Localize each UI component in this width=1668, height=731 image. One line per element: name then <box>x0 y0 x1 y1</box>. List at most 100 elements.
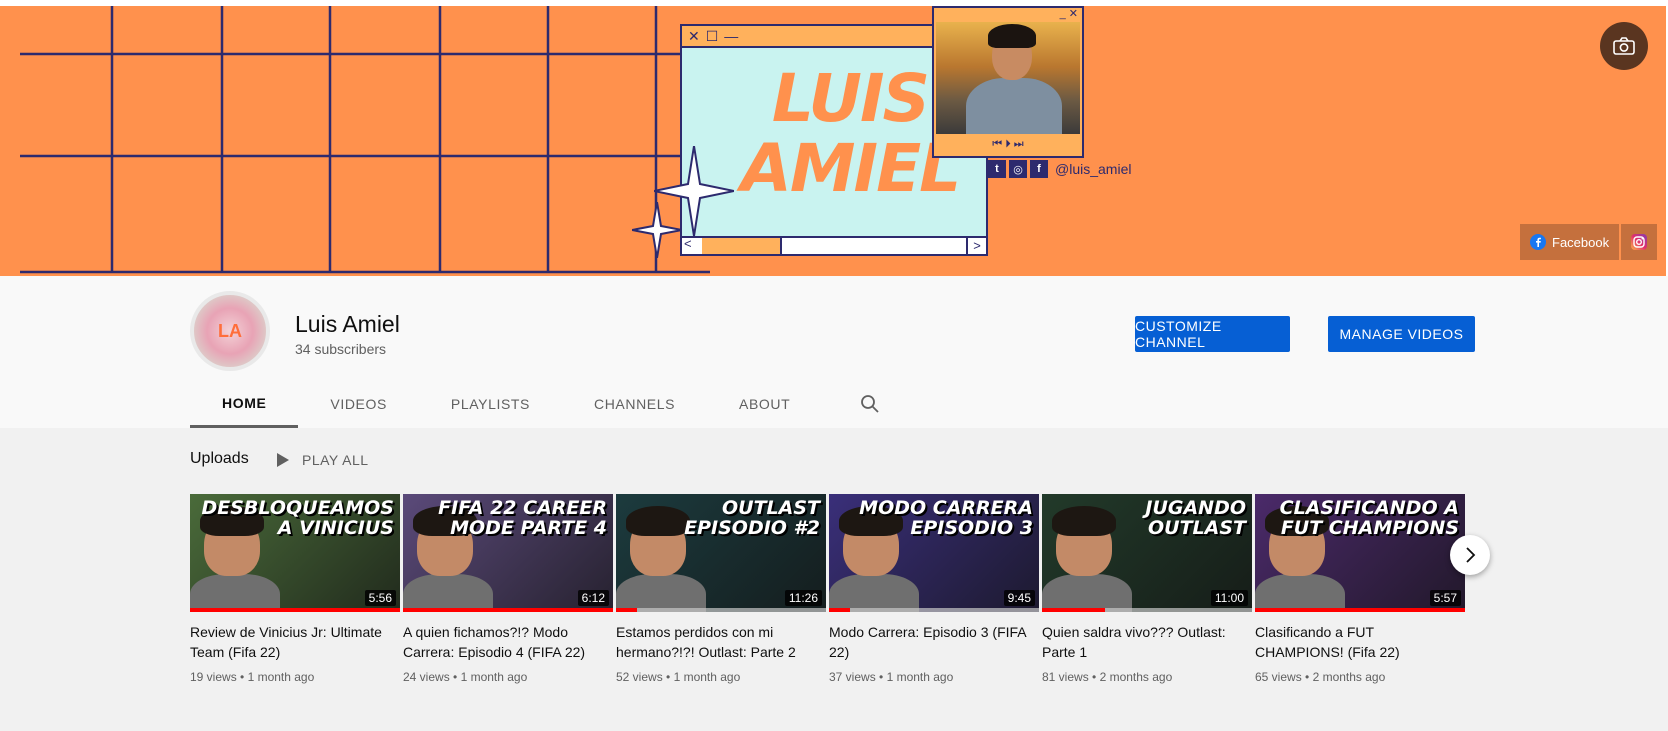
banner-photo-window: _ ✕ ⏮ ⏵ ⏭ <box>932 6 1084 158</box>
separator-dot: • <box>1301 670 1313 684</box>
banner-title: LUIS AMIEL <box>740 60 961 207</box>
tab-playlists[interactable]: PLAYLISTS <box>419 380 562 428</box>
manage-videos-button[interactable]: MANAGE VIDEOS <box>1328 316 1475 352</box>
video-age: 1 month ago <box>886 670 954 684</box>
facebook-icon: f <box>1030 160 1048 178</box>
camera-icon <box>1613 37 1635 55</box>
video-title[interactable]: Clasificando a FUT CHAMPIONS! (Fifa 22) <box>1255 622 1465 662</box>
banner-handle: @luis_amiel <box>1055 161 1132 177</box>
banner-links: Facebook <box>1520 224 1658 260</box>
video-title[interactable]: Review de Vinicius Jr: Ultimate Team (Fi… <box>190 622 400 662</box>
channel-name: Luis Amiel <box>295 311 400 337</box>
avatar-initials: LA <box>218 320 242 341</box>
uploads-shelf: Uploads PLAY ALL DESBLOQUEAMOS A VINICIU… <box>0 428 1668 731</box>
video-views: 65 views <box>1255 670 1302 684</box>
thumbnail-text: JUGANDO OUTLAST <box>1145 497 1246 539</box>
chevron-left-icon: < <box>684 236 692 251</box>
media-controls: ⏮ ⏵ ⏭ <box>992 138 1024 150</box>
video-age: 1 month ago <box>673 670 741 684</box>
channel-avatar[interactable]: LA <box>190 291 270 371</box>
banner-scroll-thumb <box>702 238 782 254</box>
channel-search-button[interactable] <box>846 380 894 428</box>
video-meta: 19 views • 1 month ago <box>190 670 400 684</box>
thumbnail-text: MODO CARRERA EPISODIO 3 <box>859 497 1033 539</box>
video-duration: 5:56 <box>364 590 396 606</box>
banner-social-row: t ◎ f @luis_amiel <box>988 160 1131 178</box>
video-thumbnail[interactable]: DESBLOQUEAMOS A VINICIUS 5:56 <box>190 494 400 612</box>
video-age: 2 months ago <box>1312 670 1386 684</box>
play-all-button[interactable]: PLAY ALL <box>276 446 369 474</box>
separator-dot: • <box>1088 670 1100 684</box>
facebook-link[interactable]: Facebook <box>1520 224 1620 260</box>
watch-progress-bar <box>1255 608 1465 612</box>
facebook-icon <box>1530 234 1546 250</box>
video-meta: 37 views • 1 month ago <box>829 670 1039 684</box>
watch-progress-bar <box>616 608 637 612</box>
minimize-icon: — <box>724 28 739 44</box>
tab-about[interactable]: ABOUT <box>707 380 822 428</box>
video-views: 19 views <box>190 670 237 684</box>
photo-window-controls: _ ✕ <box>1059 8 1078 20</box>
video-views: 37 views <box>829 670 876 684</box>
video-meta: 24 views • 1 month ago <box>403 670 613 684</box>
video-card[interactable]: JUGANDO OUTLAST 11:00 Quien saldra vivo???… <box>1042 494 1252 684</box>
watch-progress-bar <box>190 608 400 612</box>
watch-progress-track <box>616 608 826 612</box>
separator-dot: • <box>449 670 461 684</box>
video-duration: 9:45 <box>1003 590 1035 606</box>
video-thumbnail[interactable]: CLASIFICANDO A FUT CHAMPIONS 5:57 <box>1255 494 1465 612</box>
search-icon <box>861 395 879 413</box>
customize-channel-button[interactable]: CUSTOMIZE CHANNEL <box>1135 316 1290 352</box>
video-thumbnail[interactable]: OUTLAST EPISODIO #2 11:26 <box>616 494 826 612</box>
video-views: 24 views <box>403 670 450 684</box>
edit-banner-button[interactable] <box>1600 22 1648 70</box>
banner-title-line2: AMIEL <box>740 130 961 207</box>
maximize-icon: ☐ <box>705 27 719 44</box>
instagram-link[interactable] <box>1621 224 1658 260</box>
video-views: 52 views <box>616 670 663 684</box>
separator-dot: • <box>875 670 887 684</box>
video-duration: 5:57 <box>1429 590 1461 606</box>
banner-title-line1: LUIS <box>771 60 930 137</box>
channel-header: LA Luis Amiel 34 subscribers CUSTOMIZE C… <box>0 276 1668 428</box>
video-card[interactable]: FIFA 22 CAREER MODE PARTE 4 6:12 A quien f… <box>403 494 613 684</box>
twitter-icon: t <box>988 160 1006 178</box>
video-duration: 11:00 <box>1210 590 1248 606</box>
thumbnail-figure <box>616 574 706 612</box>
separator-dot: • <box>662 670 674 684</box>
play-all-label: PLAY ALL <box>302 452 369 468</box>
tab-channels[interactable]: CHANNELS <box>562 380 707 428</box>
video-thumbnail[interactable]: JUGANDO OUTLAST 11:00 <box>1042 494 1252 612</box>
video-age: 1 month ago <box>460 670 528 684</box>
video-title[interactable]: Estamos perdidos con mi hermano?!?! Outl… <box>616 622 826 662</box>
video-views: 81 views <box>1042 670 1089 684</box>
thumbnail-text: CLASIFICANDO A FUT CHAMPIONS <box>1279 497 1459 539</box>
video-title[interactable]: Modo Carrera: Episodio 3 (FIFA 22) <box>829 622 1039 662</box>
banner-photo <box>936 22 1080 134</box>
watch-progress-bar <box>829 608 850 612</box>
video-card[interactable]: OUTLAST EPISODIO #2 11:26 Estamos perdidos… <box>616 494 826 684</box>
video-title[interactable]: A quien fichamos?!? Modo Carrera: Episod… <box>403 622 613 662</box>
shelf-title[interactable]: Uploads <box>190 450 249 468</box>
tab-videos[interactable]: VIDEOS <box>298 380 419 428</box>
watch-progress-bar <box>1042 608 1105 612</box>
thumbnail-text: FIFA 22 CAREER MODE PARTE 4 <box>438 497 607 539</box>
video-card[interactable]: MODO CARRERA EPISODIO 3 9:45 Modo Carrera:… <box>829 494 1039 684</box>
sparkle-icon <box>632 202 682 258</box>
chevron-right-icon <box>1466 547 1476 563</box>
video-card[interactable]: DESBLOQUEAMOS A VINICIUS 5:56 Review de Vi… <box>190 494 400 684</box>
video-thumbnail[interactable]: MODO CARRERA EPISODIO 3 9:45 <box>829 494 1039 612</box>
subscriber-count: 34 subscribers <box>295 341 387 357</box>
video-duration: 6:12 <box>577 590 609 606</box>
channel-banner: ✕ ☐ — < > LUIS AMIEL _ ✕ ⏮ ⏵ ⏭ t ◎ f @lu… <box>0 6 1666 276</box>
shelf-next-button[interactable] <box>1450 535 1490 575</box>
tab-home[interactable]: HOME <box>190 380 299 428</box>
video-title[interactable]: Quien saldra vivo??? Outlast: Parte 1 <box>1042 622 1252 662</box>
video-card[interactable]: CLASIFICANDO A FUT CHAMPIONS 5:57 Clasific… <box>1255 494 1465 684</box>
play-icon <box>277 453 289 467</box>
separator-dot: • <box>236 670 248 684</box>
thumbnail-figure <box>403 574 493 612</box>
video-age: 1 month ago <box>247 670 315 684</box>
thumbnail-figure <box>1042 574 1132 612</box>
video-thumbnail[interactable]: FIFA 22 CAREER MODE PARTE 4 6:12 <box>403 494 613 612</box>
